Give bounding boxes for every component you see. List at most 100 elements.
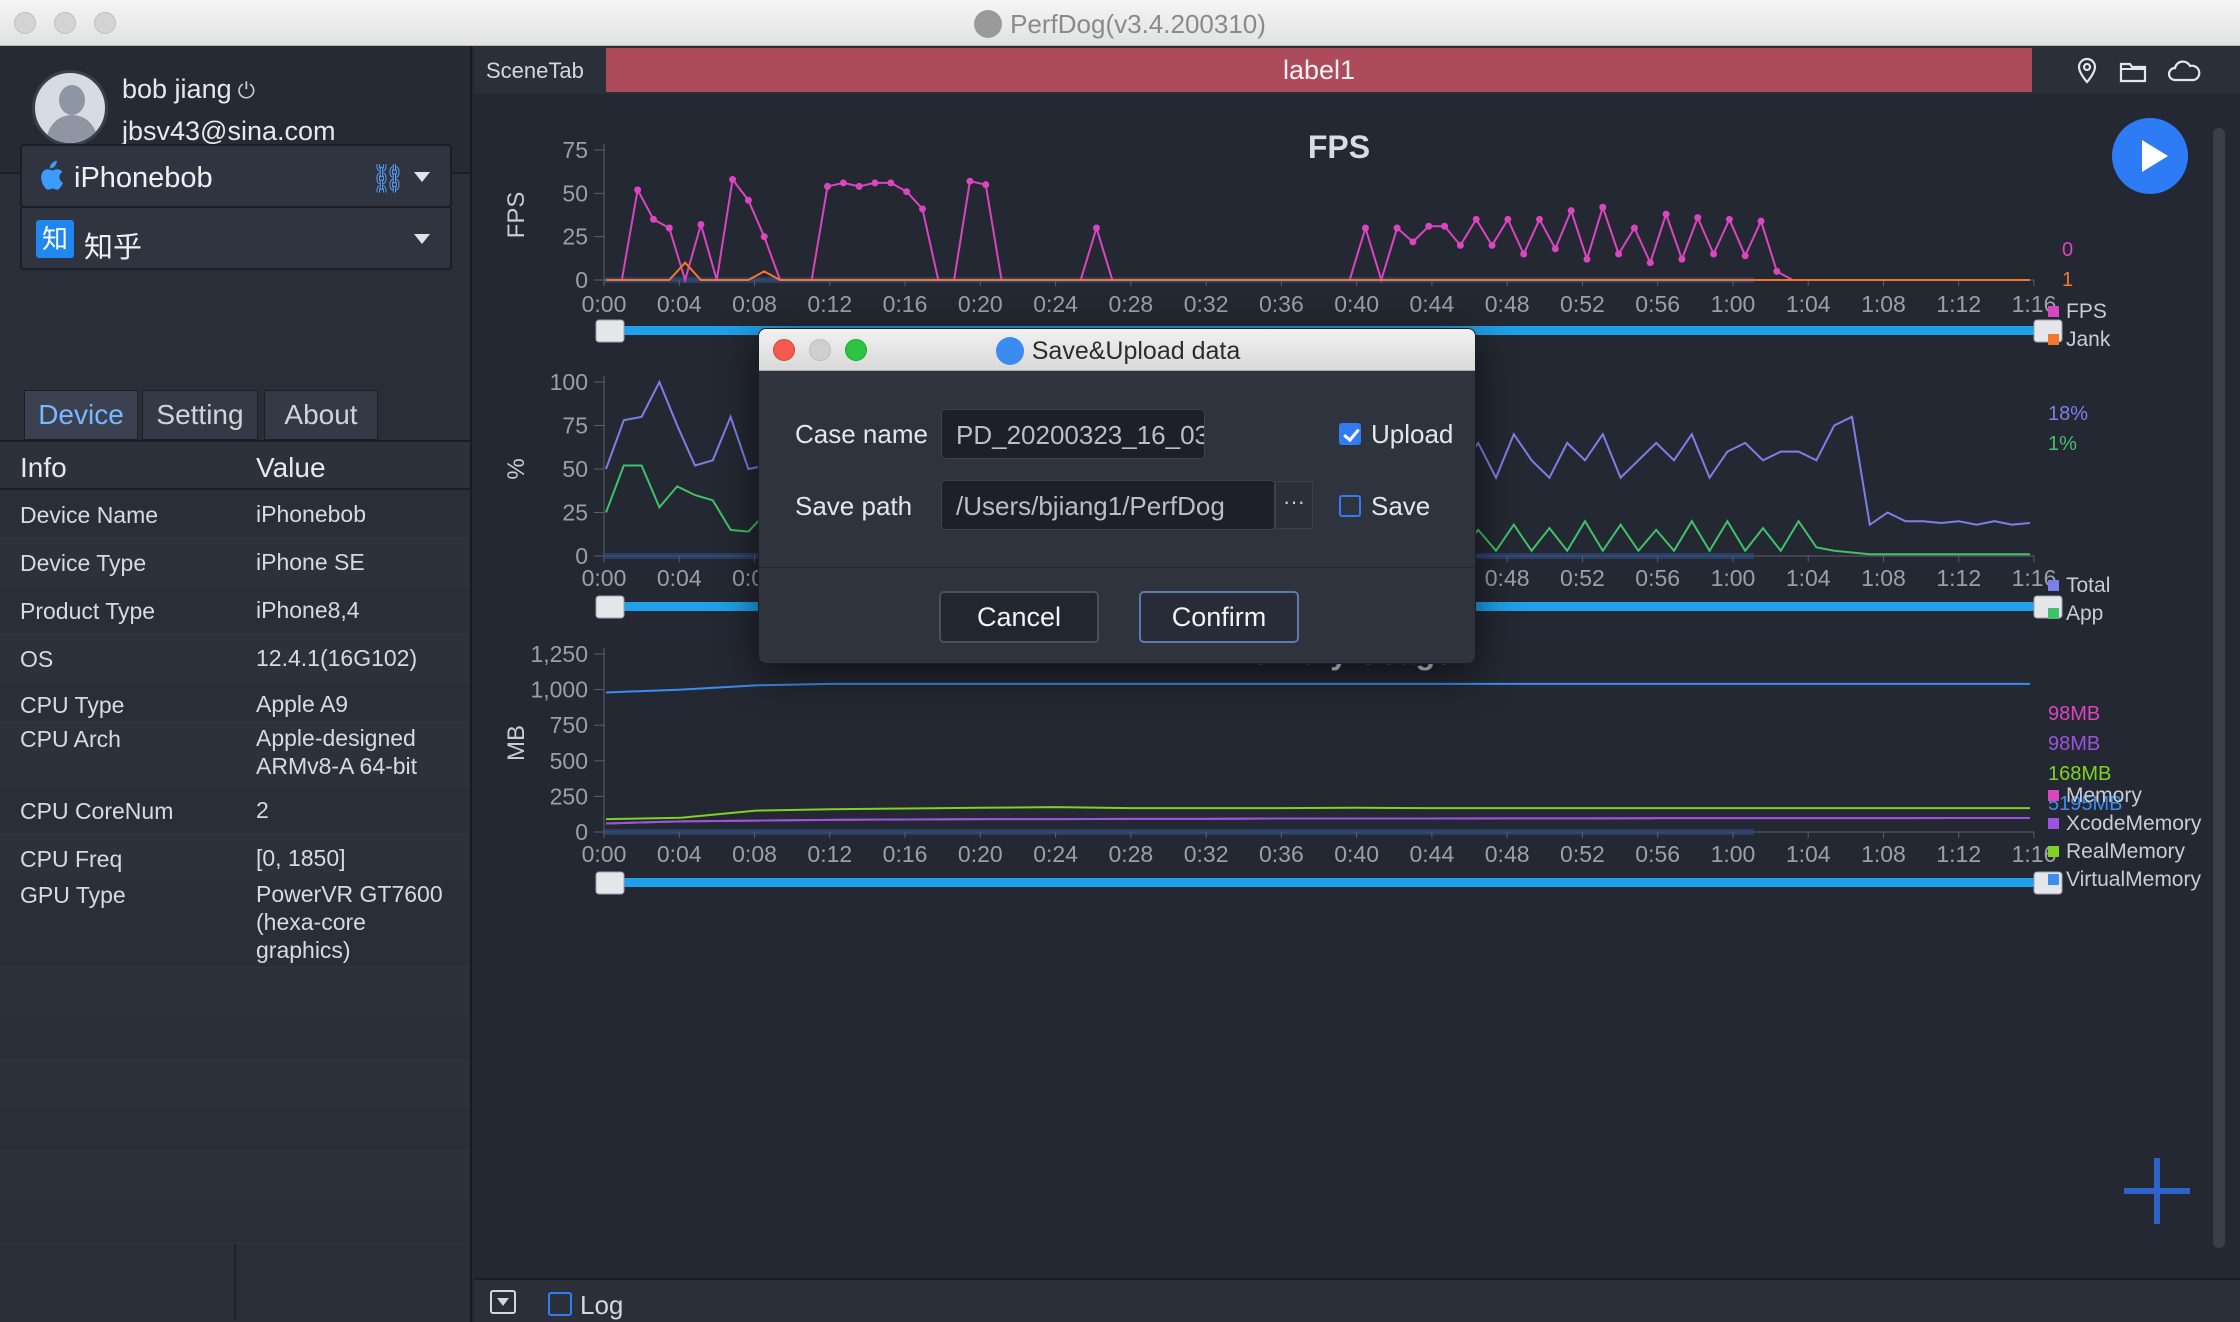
scene-bar: SceneTab label1 xyxy=(474,46,2240,94)
x-tick-label: 0:08 xyxy=(732,291,777,317)
tab-about[interactable]: About xyxy=(264,390,378,440)
fps-point xyxy=(918,205,926,213)
table-row: Product Type iPhone8,4 xyxy=(0,586,470,634)
row-value: iPhonebob xyxy=(256,501,366,527)
x-tick-label: 1:04 xyxy=(1786,841,1831,867)
upload-checkbox[interactable] xyxy=(1339,423,1361,445)
chevron-down-icon xyxy=(414,172,430,182)
fps-point xyxy=(824,182,832,190)
row-value: PowerVR GT7600 (hexa-core graphics) xyxy=(256,881,443,963)
perfdog-logo-icon xyxy=(995,337,1024,365)
avatar[interactable] xyxy=(32,70,108,146)
x-tick-label: 0:28 xyxy=(1108,291,1153,317)
fps-point xyxy=(1710,250,1718,258)
fps-point xyxy=(760,233,768,241)
x-tick-label: 0:56 xyxy=(1635,841,1680,867)
y-tick-label: 250 xyxy=(550,783,588,809)
x-tick-label: 0:40 xyxy=(1334,291,1379,317)
device-select[interactable]: iPhonebob ⛓ xyxy=(20,144,452,208)
legend-label: FPS xyxy=(2066,300,2107,323)
y-tick-label: 1,250 xyxy=(530,641,588,667)
range-slider-handle-left xyxy=(595,871,625,895)
x-tick-label: 0:48 xyxy=(1485,291,1530,317)
scene-label[interactable]: label1 xyxy=(606,48,2032,92)
table-row: CPU Freq [0, 1850] xyxy=(0,834,470,878)
perfdog-logo-icon xyxy=(974,10,1003,38)
location-pin-icon[interactable] xyxy=(2072,56,2102,86)
table-row: Device Type iPhone SE xyxy=(0,538,470,586)
y-tick-label: 50 xyxy=(562,180,588,206)
x-tick-label: 0:12 xyxy=(807,841,852,867)
fps-point xyxy=(871,179,879,187)
x-range-band xyxy=(604,829,1754,835)
x-tick-label: 0:56 xyxy=(1635,565,1680,591)
zhihu-app-icon: 知 xyxy=(36,220,74,258)
row-key: CPU CoreNum xyxy=(20,798,174,824)
save-path-input[interactable]: /Users/bjiang1/PerfDog xyxy=(941,480,1275,530)
save-upload-dialog: Save&Upload data Case name PD_20200323_1… xyxy=(758,328,1476,664)
fps-point xyxy=(744,196,752,204)
range-slider-track xyxy=(614,878,2040,887)
x-tick-label: 0:16 xyxy=(883,841,928,867)
case-name-input[interactable]: PD_20200323_16_03_17 xyxy=(941,409,1205,459)
collapse-dropdown-button[interactable] xyxy=(490,1290,516,1314)
tab-device[interactable]: Device xyxy=(24,390,138,440)
log-checkbox[interactable] xyxy=(548,1292,572,1316)
fps-point xyxy=(1536,215,1544,223)
scrollbar-thumb[interactable] xyxy=(2213,128,2225,1248)
y-tick-label: 50 xyxy=(562,456,588,482)
add-marker-icon[interactable] xyxy=(2124,1158,2190,1224)
fps-point xyxy=(1757,217,1765,225)
fps-point xyxy=(903,188,911,196)
y-tick-label: 0 xyxy=(575,267,588,293)
legend-swatch xyxy=(2048,818,2059,829)
cancel-button[interactable]: Cancel xyxy=(939,591,1099,643)
legend-value: 18% xyxy=(2048,403,2088,425)
fps-point xyxy=(1599,203,1607,211)
play-button[interactable] xyxy=(2112,118,2188,194)
x-tick-label: 0:36 xyxy=(1259,841,1304,867)
row-value: 12.4.1(16G102) xyxy=(256,645,418,671)
save-path-label: Save path xyxy=(795,491,913,521)
table-row: OS 12.4.1(16G102) xyxy=(0,634,470,682)
tab-setting[interactable]: Setting xyxy=(142,390,258,440)
fps-point xyxy=(1725,215,1733,223)
apple-icon xyxy=(41,160,63,190)
fps-point xyxy=(887,179,895,187)
x-tick-label: 0:24 xyxy=(1033,841,1078,867)
legend-swatch xyxy=(2048,874,2059,885)
log-label: Log xyxy=(580,1290,624,1320)
folder-icon[interactable] xyxy=(2118,56,2148,86)
y-tick-label: 1,000 xyxy=(530,677,588,703)
y-tick-label: 75 xyxy=(562,413,588,439)
x-tick-label: 1:08 xyxy=(1861,565,1906,591)
fps-point xyxy=(855,182,863,190)
link-icon[interactable]: ⛓ xyxy=(370,162,406,195)
x-tick-label: 0:20 xyxy=(958,841,1003,867)
x-tick-label: 0:32 xyxy=(1184,841,1229,867)
cloud-icon[interactable] xyxy=(2166,56,2202,86)
table-row: GPU Type PowerVR GT7600 (hexa-core graphi… xyxy=(0,878,470,968)
fps-point xyxy=(1662,210,1670,218)
app-window: PerfDog(v3.4.200310) bob jiang ⏻ jbsv43@s… xyxy=(0,0,2240,1322)
x-tick-label: 1:00 xyxy=(1711,841,1756,867)
vertical-scrollbar[interactable] xyxy=(2210,100,2228,1276)
scene-tab[interactable]: SceneTab xyxy=(486,58,584,84)
user-email: jbsv43@sina.com xyxy=(122,116,336,146)
bottom-bar: Log xyxy=(474,1278,2240,1322)
browse-path-button[interactable]: ··· xyxy=(1275,481,1313,529)
save-checkbox[interactable] xyxy=(1339,495,1361,517)
app-select[interactable]: 知 知乎 xyxy=(20,206,452,270)
x-tick-label: 0:40 xyxy=(1334,841,1379,867)
row-value: Apple-designed ARMv8-A 64-bit xyxy=(256,725,418,779)
table-header: Info Value xyxy=(0,440,470,490)
fps-point xyxy=(1488,241,1496,249)
row-value: Apple A9 xyxy=(256,691,349,717)
legend-label: RealMemory xyxy=(2066,840,2186,863)
legend-label: Total xyxy=(2066,574,2110,597)
dialog-title: Save&Upload data xyxy=(759,337,1475,366)
x-tick-label: 0:48 xyxy=(1485,565,1530,591)
power-icon[interactable]: ⏻ xyxy=(238,78,255,103)
confirm-button[interactable]: Confirm xyxy=(1139,591,1299,643)
legend-swatch xyxy=(2048,846,2059,857)
